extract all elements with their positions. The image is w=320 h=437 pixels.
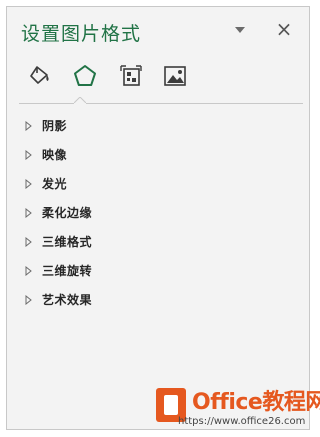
section-3d-rotation[interactable]: 三维旋转 (25, 256, 295, 285)
section-soft-edges[interactable]: 柔化边缘 (25, 198, 295, 227)
size-properties-icon (120, 65, 142, 86)
caret-right-icon (25, 207, 32, 218)
close-button[interactable]: × (275, 17, 293, 41)
caret-right-icon (25, 294, 32, 305)
tab-effects[interactable] (70, 61, 100, 91)
section-3d-format[interactable]: 三维格式 (25, 227, 295, 256)
section-artistic-effects[interactable]: 艺术效果 (25, 285, 295, 314)
caret-right-icon (25, 265, 32, 276)
caret-right-icon (25, 178, 32, 189)
picture-icon (164, 66, 186, 86)
format-picture-pane: 设置图片格式 × 阴影 映像 发光 柔化边缘 三维格式 三维旋转 艺术效果 (6, 6, 310, 430)
section-label: 映像 (42, 148, 68, 162)
section-label: 发光 (42, 177, 68, 191)
section-label: 阴影 (42, 119, 68, 133)
tab-divider (19, 103, 303, 104)
category-tabs (21, 61, 301, 95)
watermark-brand: Office教程网 (192, 390, 320, 415)
section-label: 三维格式 (42, 235, 93, 249)
pane-options-button[interactable] (231, 21, 249, 39)
tab-size-properties[interactable] (116, 61, 146, 91)
section-label: 艺术效果 (42, 293, 93, 307)
tab-fill-line[interactable] (25, 61, 55, 91)
section-glow[interactable]: 发光 (25, 169, 295, 198)
pane-title: 设置图片格式 (21, 23, 142, 45)
section-reflection[interactable]: 映像 (25, 140, 295, 169)
triangle-down-icon (235, 27, 245, 33)
site-watermark: Office教程网 https://www.office26.com (150, 382, 320, 434)
fill-bucket-icon (30, 66, 49, 84)
tab-picture[interactable] (160, 61, 190, 91)
effects-section-list: 阴影 映像 发光 柔化边缘 三维格式 三维旋转 艺术效果 (25, 111, 295, 314)
selected-tab-indicator (74, 97, 86, 109)
section-shadow[interactable]: 阴影 (25, 111, 295, 140)
section-label: 柔化边缘 (42, 206, 93, 220)
pentagon-effects-icon (74, 65, 96, 86)
close-icon: × (275, 17, 293, 41)
caret-right-icon (25, 120, 32, 131)
caret-right-icon (25, 149, 32, 160)
watermark-url: https://www.office26.com (178, 416, 306, 427)
caret-right-icon (25, 236, 32, 247)
section-label: 三维旋转 (42, 264, 93, 278)
